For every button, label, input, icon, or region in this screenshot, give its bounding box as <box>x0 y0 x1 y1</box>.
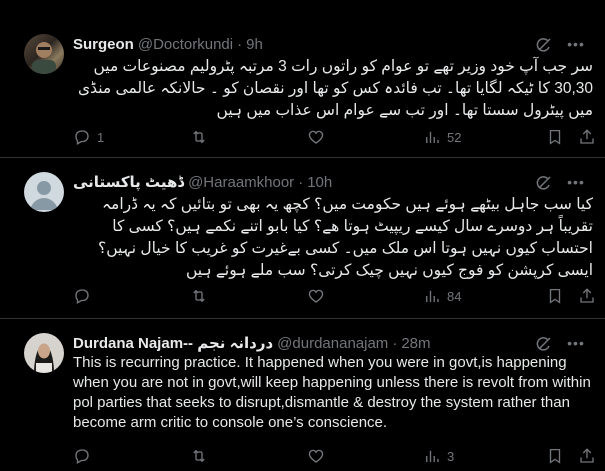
reply-button[interactable] <box>73 286 97 306</box>
tweet-header: Durdana Najam-- دردانہ نجم @durdananajam… <box>73 333 431 353</box>
tweet-header: Surgeon @Doctorkundi · 9h <box>73 34 263 54</box>
share-icon <box>580 288 594 303</box>
bookmark-icon <box>549 448 561 464</box>
tweet[interactable]: ڈھیٹ پاکستانی @Haraamkhoor · 10h ••• کیا… <box>0 158 605 319</box>
views-button[interactable]: 52 <box>423 127 461 147</box>
author-handle[interactable]: @durdananajam <box>277 335 388 352</box>
tweet[interactable]: Durdana Najam-- دردانہ نجم @durdananajam… <box>0 319 605 471</box>
repost-button[interactable] <box>190 286 214 306</box>
tweet-actions: 3 <box>68 446 598 466</box>
repost-icon <box>193 130 205 144</box>
like-button[interactable] <box>307 446 331 466</box>
bookmark-icon <box>549 288 561 304</box>
views-button[interactable]: 84 <box>423 286 461 306</box>
repost-icon <box>193 289 205 303</box>
grok-icon[interactable] <box>535 335 553 353</box>
reply-count: 1 <box>97 129 105 145</box>
avatar[interactable] <box>24 34 64 74</box>
more-icon[interactable]: ••• <box>567 173 585 191</box>
separator-dot: · <box>237 35 243 53</box>
reply-button[interactable] <box>73 446 97 466</box>
repost-button[interactable] <box>190 127 214 147</box>
author-name[interactable]: Durdana Najam-- دردانہ نجم <box>73 334 273 352</box>
bookmark-button[interactable] <box>546 127 564 147</box>
tweet-text: کیا سب جاہل بیٹھے ہوئے ہیں حکومت میں؟ کچ… <box>97 196 593 279</box>
timestamp[interactable]: 9h <box>246 36 263 53</box>
reply-button[interactable]: 1 <box>73 127 104 147</box>
tweet-header: ڈھیٹ پاکستانی @Haraamkhoor · 10h <box>73 172 332 192</box>
repost-icon <box>193 449 205 463</box>
share-icon <box>580 129 594 144</box>
view-count: 52 <box>447 129 462 145</box>
author-name[interactable]: Surgeon <box>73 36 134 53</box>
like-button[interactable] <box>307 286 331 306</box>
reply-icon <box>75 130 89 145</box>
separator-dot: · <box>298 173 304 191</box>
timeline-feed: Surgeon @Doctorkundi · 9h ••• سر جب آپ خ… <box>0 0 605 471</box>
views-button[interactable]: 3 <box>423 446 454 466</box>
separator-dot: · <box>392 334 398 352</box>
tweet-actions: 1 52 <box>68 127 598 147</box>
views-icon <box>426 450 439 462</box>
view-count: 84 <box>447 288 462 304</box>
like-icon <box>308 289 324 303</box>
share-button[interactable] <box>578 127 596 147</box>
bookmark-button[interactable] <box>546 286 564 306</box>
avatar[interactable] <box>24 172 64 212</box>
grok-icon[interactable] <box>535 36 553 54</box>
reply-icon <box>75 289 89 304</box>
avatar[interactable] <box>24 333 64 373</box>
author-handle[interactable]: @Doctorkundi <box>138 36 233 53</box>
bookmark-button[interactable] <box>546 446 564 466</box>
more-icon[interactable]: ••• <box>567 35 585 53</box>
views-icon <box>426 290 439 302</box>
repost-button[interactable] <box>190 446 214 466</box>
tweet-text: سر جب آپ خود وزیر تھے تو عوام کو راتوں ر… <box>77 58 593 119</box>
tweet-actions: 84 <box>68 286 598 306</box>
share-button[interactable] <box>578 446 596 466</box>
more-icon[interactable]: ••• <box>567 334 585 352</box>
views-icon <box>426 131 439 143</box>
tweet[interactable]: Surgeon @Doctorkundi · 9h ••• سر جب آپ خ… <box>0 0 605 158</box>
timestamp[interactable]: 10h <box>307 174 332 191</box>
share-icon <box>580 448 594 463</box>
bookmark-icon <box>549 129 561 145</box>
share-button[interactable] <box>578 286 596 306</box>
like-icon <box>308 130 324 144</box>
author-name[interactable]: ڈھیٹ پاکستانی <box>73 173 184 191</box>
reply-icon <box>75 449 89 464</box>
timestamp[interactable]: 28m <box>401 335 430 352</box>
like-button[interactable] <box>307 127 331 147</box>
view-count: 3 <box>447 448 455 464</box>
author-handle[interactable]: @Haraamkhoor <box>188 174 294 191</box>
grok-icon[interactable] <box>535 174 553 192</box>
tweet-text: This is recurring practice. It happened … <box>73 354 591 431</box>
like-icon <box>308 449 324 463</box>
